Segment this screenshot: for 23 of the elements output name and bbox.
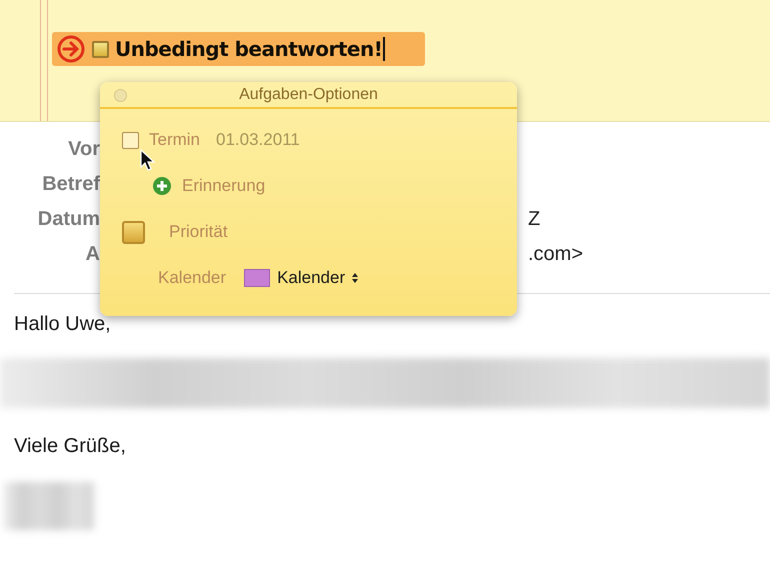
add-icon[interactable] [152, 176, 172, 196]
header-label: Betref [41, 172, 100, 197]
header-value: Z [528, 207, 542, 232]
option-label: Kalender [158, 268, 226, 288]
date-checkbox[interactable] [122, 132, 139, 148]
arrow-circle-icon[interactable] [56, 34, 86, 64]
header-label: Datum [36, 207, 100, 232]
body-text: Viele Grüße, [14, 434, 127, 459]
header-value: .com> [528, 242, 584, 267]
header-label: A [84, 242, 100, 267]
task-title[interactable]: Unbedingt beantworten! [115, 37, 382, 61]
option-label: Termin [149, 130, 200, 150]
body-text: Hallo Uwe, [14, 312, 112, 337]
mouse-pointer-icon [140, 149, 156, 171]
updown-icon [351, 272, 360, 284]
close-button[interactable] [114, 89, 127, 102]
popup-title: Aufgaben-Optionen [239, 86, 378, 104]
calendar-dropdown[interactable]: Kalender [277, 268, 360, 288]
task-checkbox[interactable] [92, 40, 109, 58]
priority-selector[interactable] [122, 220, 145, 244]
header-label: Vor [67, 137, 100, 162]
option-label: Priorität [169, 222, 228, 242]
text-cursor [383, 37, 386, 61]
